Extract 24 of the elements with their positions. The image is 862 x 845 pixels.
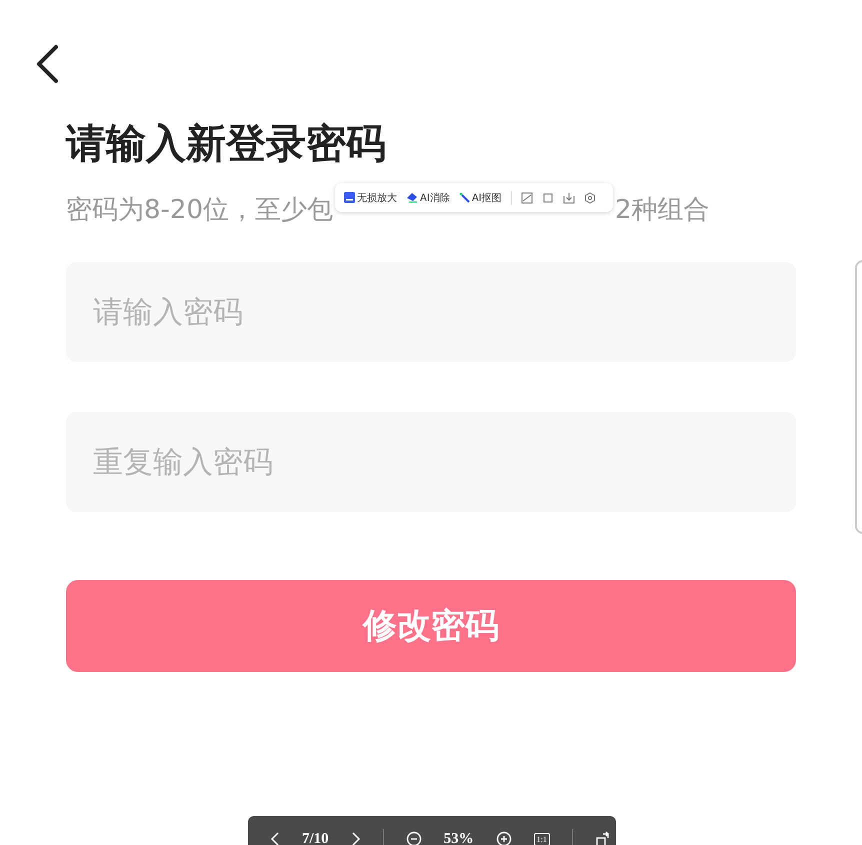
page-counter: 7/10	[302, 830, 329, 845]
toolbar-action[interactable]: AI抠图	[458, 190, 502, 204]
password-hint: 密码为8-20位，至少包	[66, 194, 334, 227]
download-icon[interactable]	[562, 192, 575, 204]
zoom-in-icon[interactable]	[496, 831, 512, 845]
password-field[interactable]: 请输入密码	[66, 262, 796, 362]
zoom-out-icon[interactable]	[406, 831, 422, 845]
rotate-icon[interactable]	[594, 831, 611, 845]
previous-icon[interactable]	[270, 831, 280, 845]
page-title: 请输入新登录密码	[66, 120, 387, 169]
back-icon[interactable]	[34, 44, 60, 84]
hd-icon	[344, 192, 356, 203]
password-field[interactable]: 重复输入密码	[66, 412, 796, 512]
password-hint: 2种组合	[615, 194, 710, 227]
actual-size-button[interactable]: 1:1	[534, 832, 550, 845]
zoom-level: 53%	[444, 830, 474, 845]
eraser-icon	[406, 192, 418, 203]
crop-icon[interactable]	[542, 192, 554, 204]
toolbar-action[interactable]: AI消除	[406, 190, 450, 204]
settings-icon[interactable]	[584, 192, 596, 204]
image-edit-icon[interactable]	[520, 192, 533, 204]
magic-wand-icon	[458, 192, 470, 203]
toolbar-action[interactable]: 无损放大	[344, 190, 398, 204]
next-icon[interactable]	[350, 831, 361, 845]
